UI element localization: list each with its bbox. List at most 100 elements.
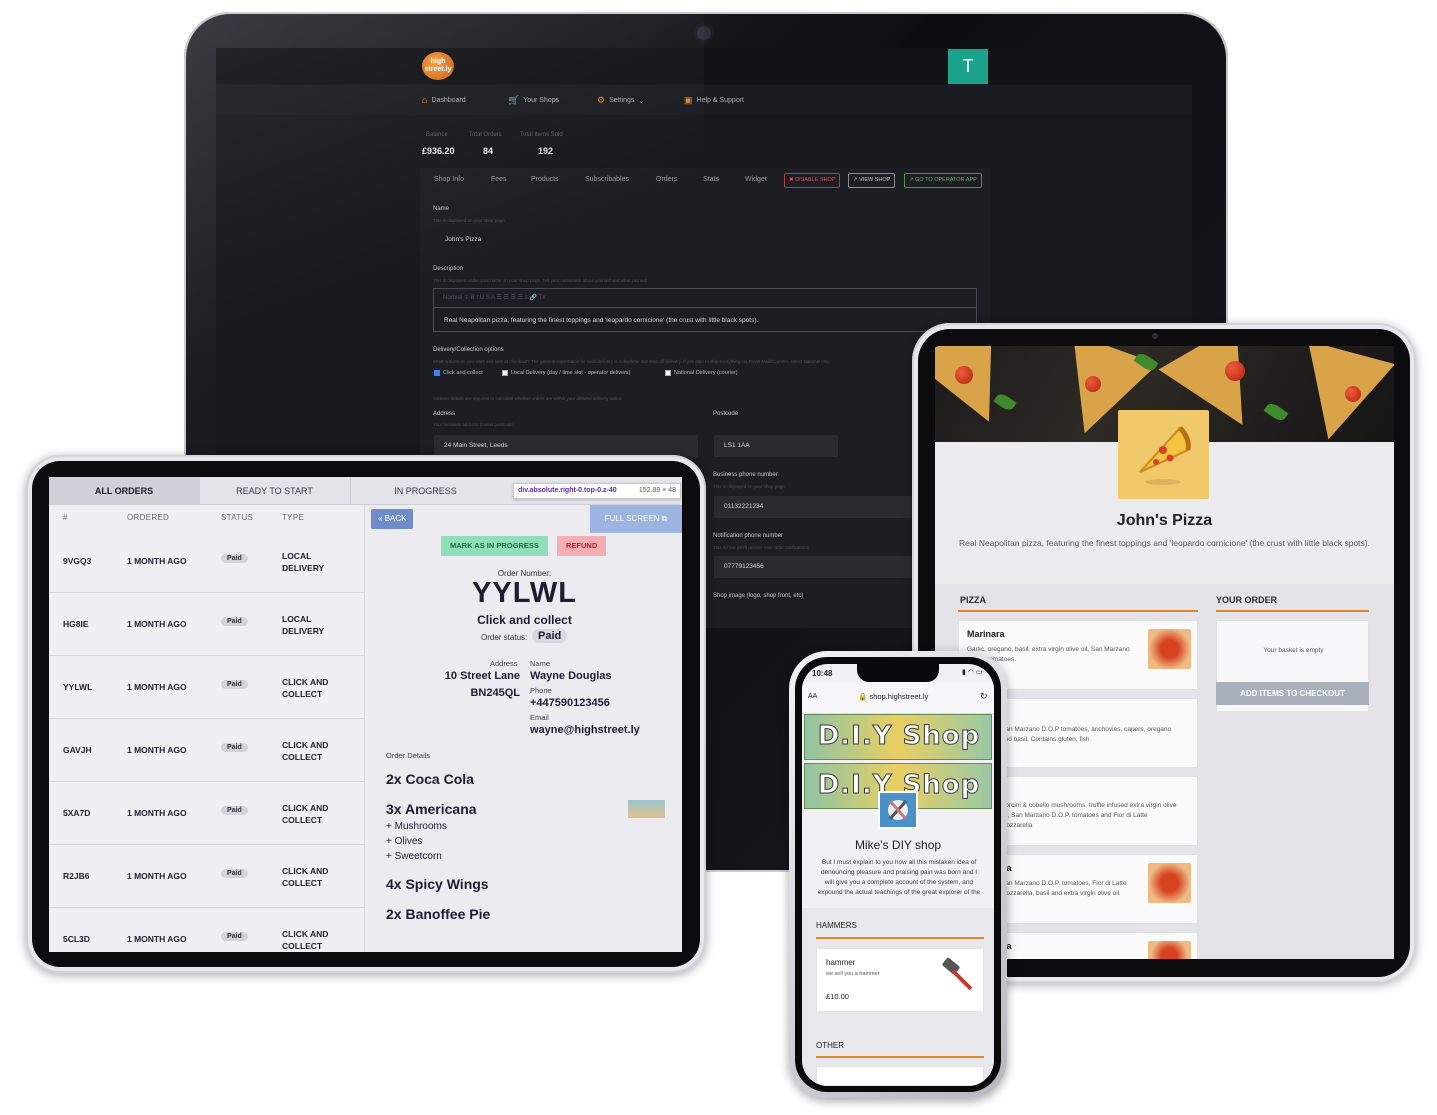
checkout-button[interactable]: ADD ITEMS TO CHECKOUT bbox=[1216, 682, 1369, 705]
operator-app-button[interactable]: ↗ GO TO OPERATOR APP bbox=[904, 173, 982, 188]
postcode-field[interactable]: LS1 1AA bbox=[714, 435, 838, 457]
product-price: £10.00 bbox=[826, 992, 849, 1001]
pizza-icon bbox=[1139, 426, 1191, 485]
text-size-button[interactable]: AA bbox=[808, 693, 817, 700]
cart-icon: 🛒 bbox=[508, 95, 520, 105]
order-id: R2JB6 bbox=[63, 871, 90, 881]
tab-products[interactable]: Products bbox=[531, 176, 559, 183]
order-type-line: LOCAL bbox=[282, 551, 312, 561]
description-text[interactable]: Real Neapolitan pizza, featuring the fin… bbox=[434, 310, 974, 332]
disable-shop-button[interactable]: ✖ DISABLE SHOP bbox=[784, 173, 841, 188]
item-name: Americana bbox=[404, 801, 477, 817]
stat-label: Total Items Sold bbox=[520, 132, 563, 138]
full-screen-button[interactable]: FULL SCREEN ⧉ bbox=[590, 505, 682, 533]
address-line: BN245QL bbox=[470, 687, 520, 699]
column-header: # bbox=[63, 513, 68, 522]
table-row[interactable]: GAVJH 1 MONTH AGO Paid CLICK AND COLLECT bbox=[49, 719, 365, 782]
table-row[interactable]: YYLWL 1 MONTH AGO Paid CLICK AND COLLECT bbox=[49, 656, 365, 719]
tomato-image bbox=[955, 366, 973, 384]
refund-button[interactable]: REFUND bbox=[557, 536, 607, 556]
order-type-line: COLLECT bbox=[282, 815, 323, 825]
checkbox-label: Click and collect bbox=[443, 370, 483, 376]
editor-toolbar[interactable]: Normal ⇕ B I U S A ☰ ☰ ☰ ☰ ≡ 🔗 Tx bbox=[433, 288, 977, 308]
order-type: LOCAL DELIVERY bbox=[282, 613, 324, 637]
stat-value: 84 bbox=[483, 146, 494, 156]
table-row[interactable]: 5CL3D 1 MONTH AGO Paid CLICK AND COLLECT bbox=[49, 908, 365, 952]
address-label: Address bbox=[490, 659, 518, 668]
order-item: 2x Coca Cola bbox=[386, 771, 474, 787]
order-type-line: COLLECT bbox=[282, 941, 323, 951]
order-type-line: DELIVERY bbox=[282, 626, 325, 636]
url-bar[interactable]: 🔒 shop.highstreet.ly bbox=[858, 692, 928, 701]
order-type-line: CLICK AND bbox=[282, 740, 329, 750]
nav-label: Settings bbox=[609, 97, 635, 104]
browser-bar: AA 🔒 shop.highstreet.ly ↻ bbox=[802, 682, 994, 714]
order-item: 4x Spicy Wings bbox=[386, 876, 489, 892]
status-badge: Paid bbox=[221, 554, 248, 563]
tab-all-orders[interactable]: ALL ORDERS bbox=[49, 477, 199, 505]
customer-email[interactable]: wayne@highstreet.ly bbox=[530, 724, 640, 736]
table-row[interactable]: R2JB6 1 MONTH AGO Paid CLICK AND COLLECT bbox=[49, 845, 365, 908]
order-type-line: COLLECT bbox=[282, 878, 323, 888]
tab-subscribables[interactable]: Subscribables bbox=[585, 176, 629, 183]
tab-orders[interactable]: Orders bbox=[656, 176, 677, 183]
checkbox-icon bbox=[665, 370, 671, 376]
address-field[interactable]: 24 Main Street, Leeds bbox=[434, 435, 698, 457]
table-row[interactable]: HG8IE 1 MONTH AGO Paid LOCAL DELIVERY bbox=[49, 593, 365, 656]
checkbox-label: Local Delivery (day / time slot - operat… bbox=[511, 370, 631, 376]
order-id: HG8IE bbox=[63, 619, 89, 629]
product-description: San Marzano D.O.P. tomatoes, Fior di Lat… bbox=[1001, 880, 1127, 897]
mark-in-progress-button[interactable]: MARK AS IN PROGRESS bbox=[441, 536, 548, 556]
status-icons: ▮ ◠ ▭ bbox=[962, 669, 983, 676]
item-qty: 2x bbox=[386, 906, 402, 922]
item-extra: + Mushrooms bbox=[386, 821, 447, 832]
devtools-tooltip: div.absolute.right-0.top-0.z-40 152.89 × … bbox=[513, 483, 681, 499]
order-details-label: Order Details bbox=[386, 751, 431, 760]
notification-phone-label: Notification phone number bbox=[713, 533, 784, 539]
tab-shop-info[interactable]: Shop Info bbox=[434, 176, 464, 183]
name-field[interactable]: John's Pizza bbox=[435, 229, 685, 251]
customer-phone[interactable]: +447590123456 bbox=[530, 697, 610, 709]
nav-dashboard[interactable]: ⌂ Dashboard bbox=[422, 95, 466, 105]
logo[interactable]: high street.ly bbox=[422, 52, 454, 80]
delivery-hint: What options do you want and sale at che… bbox=[433, 359, 830, 364]
tab-ready-to-start[interactable]: READY TO START bbox=[199, 477, 349, 505]
table-row[interactable]: 9VGQ3 1 MONTH AGO Paid LOCAL DELIVERY bbox=[49, 530, 365, 593]
avatar[interactable]: T bbox=[948, 49, 988, 84]
tomato-image bbox=[1085, 376, 1101, 392]
order-id: YYLWL bbox=[63, 682, 93, 692]
nav-your-shops[interactable]: 🛒 Your Shops bbox=[508, 95, 559, 106]
item-extra: + Sweetcorn bbox=[386, 851, 442, 862]
nav-help[interactable]: ▣ Help & Support bbox=[684, 95, 744, 106]
shop-banner: D.I.Y Shop bbox=[804, 714, 992, 760]
product-card[interactable] bbox=[816, 1066, 984, 1086]
view-shop-button[interactable]: ↗ VIEW SHOP bbox=[848, 173, 896, 188]
hammer-icon bbox=[942, 957, 973, 991]
product-image bbox=[1148, 863, 1191, 903]
reload-icon[interactable]: ↻ bbox=[980, 691, 988, 702]
address-line: 10 Street Lane bbox=[444, 670, 520, 682]
column-header: TYPE bbox=[282, 513, 305, 522]
item-qty: 3x bbox=[386, 801, 402, 817]
tab-stats[interactable]: Stats bbox=[703, 176, 719, 183]
product-name: Marinara bbox=[967, 629, 1005, 639]
order-type-line: DELIVERY bbox=[282, 563, 325, 573]
local-delivery-checkbox[interactable]: Local Delivery (day / time slot - operat… bbox=[502, 370, 631, 376]
lock-icon: 🔒 bbox=[858, 692, 868, 701]
click-collect-checkbox[interactable]: Click and collect bbox=[434, 370, 483, 376]
orders-screen: ALL ORDERS READY TO START IN PROGRESS di… bbox=[49, 477, 682, 952]
status-badge: Paid bbox=[221, 932, 248, 941]
table-row[interactable]: 5XA7D 1 MONTH AGO Paid CLICK AND COLLECT bbox=[49, 782, 365, 845]
back-button[interactable]: « BACK bbox=[371, 509, 414, 529]
tab-fees[interactable]: Fees bbox=[491, 176, 507, 183]
national-delivery-checkbox[interactable]: National Delivery (courier) bbox=[665, 370, 738, 376]
gear-icon: ⚙ bbox=[597, 95, 606, 105]
nav-settings[interactable]: ⚙ Settings ⌄ bbox=[597, 95, 644, 106]
top-bar bbox=[216, 48, 1192, 84]
name-label: Name bbox=[433, 206, 450, 212]
banner-text: D.I.Y Shop bbox=[817, 721, 981, 752]
tab-widget[interactable]: Widget bbox=[745, 176, 767, 183]
tab-in-progress[interactable]: IN PROGRESS bbox=[350, 477, 500, 505]
product-card[interactable]: hammer we sell you a hammer £10.00 bbox=[816, 948, 984, 1012]
order-ordered: 1 MONTH AGO bbox=[127, 556, 187, 566]
